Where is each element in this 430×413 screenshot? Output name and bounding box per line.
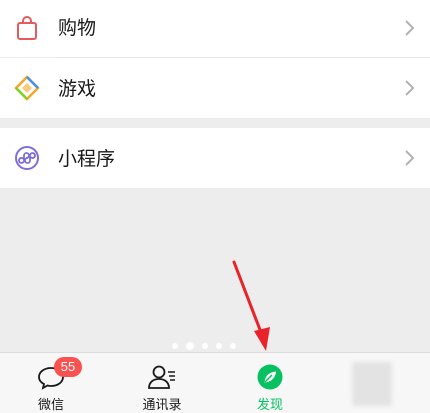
game-diamond-icon [14, 75, 40, 101]
menu-item-label: 游戏 [58, 78, 97, 100]
page-dot [216, 343, 222, 349]
chevron-right-icon [405, 80, 415, 96]
tab-contacts[interactable]: 通讯录 [122, 353, 202, 413]
menu-item-mini-programs[interactable]: 小程序 [0, 128, 430, 188]
menu-item-label: 小程序 [58, 148, 116, 170]
chevron-right-icon [405, 150, 415, 166]
compass-icon [257, 364, 283, 390]
menu-item-label: 购物 [58, 17, 97, 39]
tab-label: 发现 [256, 398, 283, 413]
unread-badge: 55 [54, 357, 82, 377]
menu-item-shopping[interactable]: 购物 [0, 0, 430, 57]
tab-label: 微信 [37, 398, 64, 413]
mini-program-icon [15, 146, 39, 170]
tab-label: 通讯录 [142, 398, 182, 413]
chevron-right-icon [405, 20, 415, 36]
tab-chats[interactable]: 55 微信 [11, 353, 91, 413]
obscured-tab-icon [352, 362, 392, 406]
page-dot-active [186, 342, 194, 350]
page-indicator [172, 342, 236, 350]
shopping-bag-icon [17, 16, 37, 40]
page-dot [202, 343, 208, 349]
tab-discover[interactable]: 发现 [230, 353, 310, 413]
menu-item-games[interactable]: 游戏 [0, 58, 430, 118]
contacts-icon [148, 365, 175, 389]
page-dot [230, 343, 236, 349]
page-dot [172, 343, 178, 349]
